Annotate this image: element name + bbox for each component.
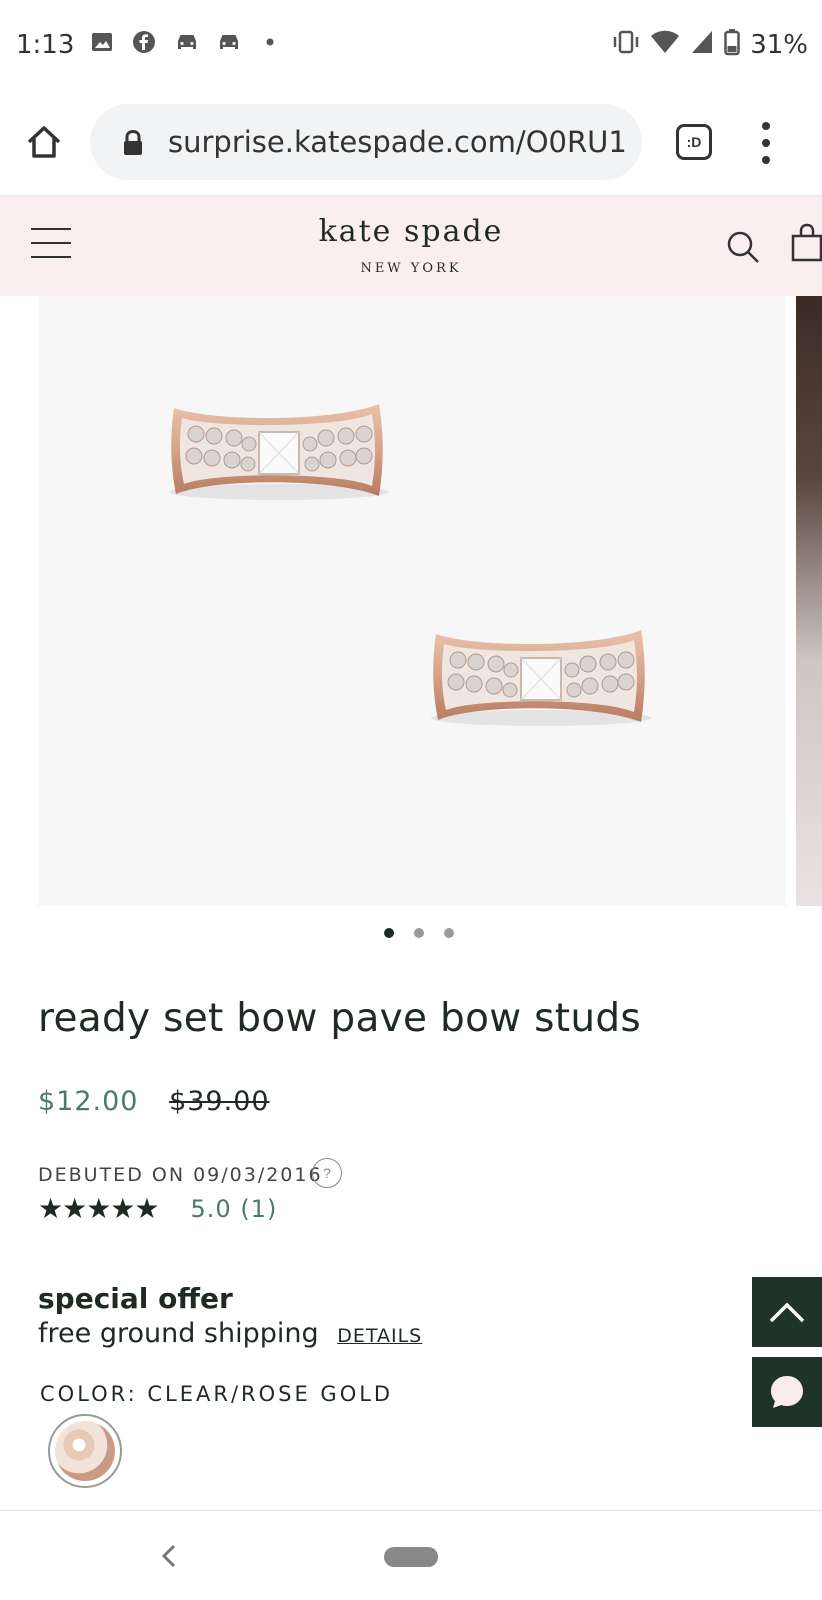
shopping-bag-icon[interactable] xyxy=(790,222,822,262)
scroll-to-top-button[interactable] xyxy=(752,1277,822,1347)
original-price: $39.00 xyxy=(169,1086,270,1117)
gallery-pagination xyxy=(8,928,822,938)
facebook-icon xyxy=(132,30,156,54)
details-link[interactable]: DETAILS xyxy=(337,1325,422,1347)
browser-toolbar: surprise.katespade.com/O0RU156 :D xyxy=(0,92,822,196)
next-image-preview[interactable] xyxy=(796,296,822,906)
more-notifications-dot-icon xyxy=(258,30,282,54)
system-navigation-bar xyxy=(0,1510,822,1600)
special-offer-title: special offer xyxy=(38,1282,233,1315)
browser-menu-button[interactable] xyxy=(758,122,774,164)
debuted-date: DEBUTED ON 09/03/2016 xyxy=(38,1164,323,1186)
chevron-up-icon xyxy=(769,1302,805,1323)
lock-icon xyxy=(124,130,142,155)
color-label: COLOR: CLEAR/ROSE GOLD xyxy=(40,1382,394,1406)
star-rating-icon: ★★★★★ xyxy=(38,1193,160,1224)
pagination-dot-active[interactable] xyxy=(384,928,394,938)
back-icon[interactable] xyxy=(156,1541,180,1571)
home-icon xyxy=(27,126,61,158)
system-icons: 31% xyxy=(612,28,808,61)
color-swatch-clear-rose-gold[interactable] xyxy=(48,1414,122,1488)
logo-subtitle: NEW YORK xyxy=(360,261,462,276)
url-text: surprise.katespade.com/O0RU156 xyxy=(168,125,628,159)
chat-button[interactable] xyxy=(752,1357,822,1427)
sale-price: $12.00 xyxy=(38,1086,139,1117)
bow-earrings-image xyxy=(169,404,651,726)
battery-percent: 31% xyxy=(750,29,808,60)
dot xyxy=(762,122,770,130)
help-icon[interactable]: ? xyxy=(312,1158,342,1188)
special-offer-text: free ground shipping DETAILS xyxy=(38,1318,422,1349)
car-icon xyxy=(174,30,198,54)
logo-wordmark: kate spade xyxy=(318,214,504,249)
status-time: 1:13 xyxy=(16,30,75,60)
product-image[interactable] xyxy=(38,296,786,906)
site-header: kate spade NEW YORK xyxy=(0,196,822,296)
tab-switcher-button[interactable]: :D xyxy=(676,124,712,160)
dot xyxy=(762,139,770,147)
product-title: ready set bow pave bow studs xyxy=(38,996,642,1041)
vibrate-icon xyxy=(612,29,640,60)
kate-spade-logo[interactable]: kate spade NEW YORK xyxy=(0,214,822,276)
pagination-dot[interactable] xyxy=(414,928,424,938)
notification-icons xyxy=(90,30,282,54)
offer-description: free ground shipping xyxy=(38,1318,319,1349)
swatch-image xyxy=(55,1421,115,1481)
pagination-dot[interactable] xyxy=(444,928,454,938)
rating-row[interactable]: ★★★★★ 5.0 (1) xyxy=(38,1192,277,1225)
home-pill-button[interactable] xyxy=(384,1547,438,1567)
address-bar[interactable]: surprise.katespade.com/O0RU156 xyxy=(90,104,642,180)
status-bar: 1:13 31% xyxy=(0,0,822,92)
chat-bubble-icon xyxy=(771,1376,803,1408)
image-icon xyxy=(90,30,114,54)
price-row: $12.00 $39.00 xyxy=(38,1086,270,1117)
wifi-icon xyxy=(650,29,680,60)
signal-icon xyxy=(690,29,714,60)
rating-value: 5.0 (1) xyxy=(190,1194,278,1223)
search-icon[interactable] xyxy=(726,230,760,264)
home-button[interactable] xyxy=(24,122,64,162)
battery-icon xyxy=(724,28,740,61)
dot xyxy=(762,156,770,164)
car-icon xyxy=(216,30,240,54)
